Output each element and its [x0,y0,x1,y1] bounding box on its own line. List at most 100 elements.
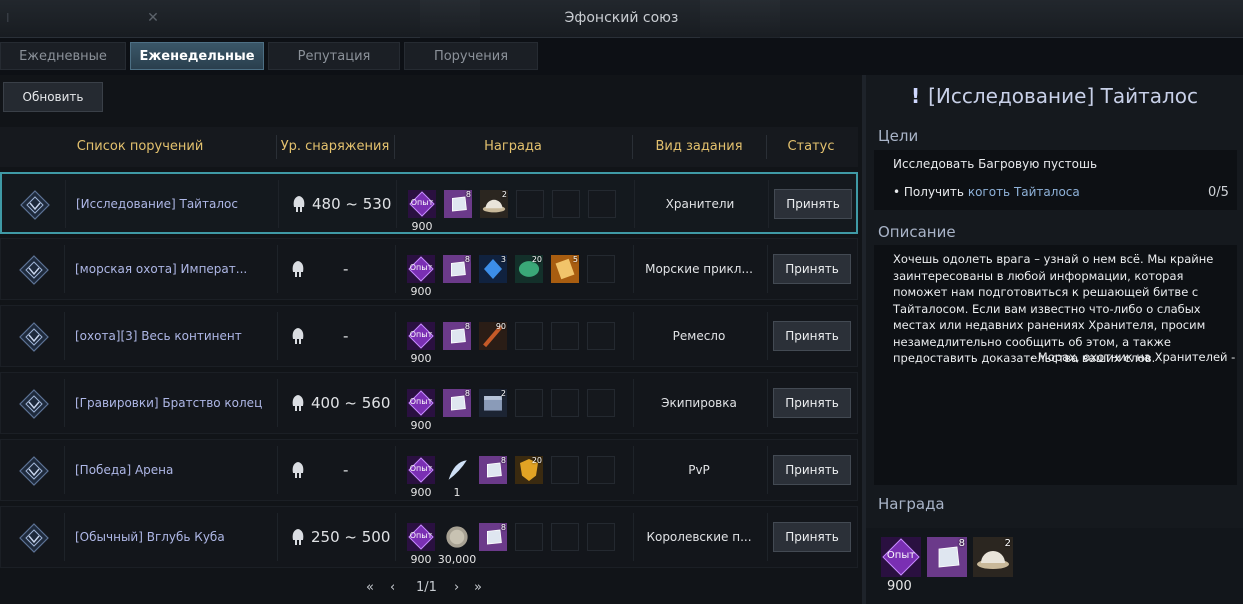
dish-icon[interactable]: 2 [480,190,508,218]
dish-icon[interactable]: 2 [973,537,1013,577]
feather-icon[interactable] [443,456,471,484]
crystal-icon[interactable]: 8 [443,322,471,350]
first-page-icon[interactable]: « [366,580,374,595]
table-row[interactable]: [охота][3] Весь континент - Ремесло Прин… [0,305,858,367]
close-icon[interactable]: ✕ [145,0,161,36]
tab-reputation[interactable]: Репутация [268,42,400,70]
tab-weekly[interactable]: Еженедельные [130,42,264,70]
crystal-icon[interactable]: 8 [443,255,471,283]
quest-diamond-icon [19,523,49,553]
goal-item-link[interactable]: коготь Тайталоса [968,185,1080,199]
quest-type: Морские прикл... [645,262,753,276]
reward-label: Опыт [409,397,433,406]
divider [767,312,768,360]
exp-icon[interactable]: Опыт [407,523,435,551]
reward-count: 8 [465,190,471,199]
reward-count: 20 [531,255,542,264]
reward-label: Опыт [409,263,433,272]
reward-quantity: 900 [887,579,912,594]
exp-icon[interactable]: Опыт [407,389,435,417]
quest-diamond-icon [19,255,49,285]
goal-main: Исследовать Багровую пустошь [893,157,1098,171]
table-row[interactable]: [Исследование] Тайталос 480 ~ 530 Хранит… [0,172,858,234]
divider [767,245,768,293]
blue-gem-icon[interactable]: 3 [479,255,507,283]
reward-count: 3 [500,255,506,264]
helmet-icon [292,261,304,277]
table-row[interactable]: [морская охота] Императ... - Морские при… [0,238,858,300]
table-row[interactable]: [Обычный] Вглубь Куба 250 ~ 500 Королевс… [0,506,858,568]
reward-heading: Награда [878,495,945,513]
refresh-button[interactable]: Обновить [3,82,103,112]
exp-icon[interactable]: Опыт [407,322,435,350]
exp-icon[interactable]: Опыт [881,537,921,577]
accept-button[interactable]: Принять [773,522,851,552]
exclamation-icon: ! [910,84,921,108]
coin-icon[interactable] [443,523,471,551]
empty-reward-slot [587,523,615,551]
reward-label: Опыт [409,531,433,540]
accept-button[interactable]: Принять [773,455,851,485]
green-gem-icon[interactable]: 20 [515,255,543,283]
helmet-icon [293,196,305,212]
quest-diamond-icon [20,190,50,220]
reward-quantity: 1 [453,486,461,499]
table-header: Список поручений Ур. снаряжения Награда … [0,127,858,167]
helmet-icon [292,395,304,411]
divider [767,513,768,561]
corner-mark: I [6,11,10,25]
accept-button[interactable]: Принять [773,254,851,284]
decor-panel [420,0,480,38]
empty-reward-slot [587,255,615,283]
pagination: « ‹ 1/1 › » [360,580,500,600]
quest-diamond-icon [19,322,49,352]
reward-label: Опыт [886,550,916,561]
reward-count: 8 [500,456,506,465]
quest-type: Хранители [665,197,735,211]
table-row[interactable]: [Победа] Арена - PvP Принять Опыт 900 1 8 20 [0,439,858,501]
divider [64,245,65,293]
exp-icon[interactable]: Опыт [407,255,435,283]
exp-icon[interactable]: Опыт [408,190,436,218]
reward-quantity: 900 [410,553,432,566]
divider [277,245,278,293]
empty-reward-slot [588,190,616,218]
divider [768,180,769,228]
reward-count: 20 [531,456,542,465]
divider [277,446,278,494]
chest-icon[interactable]: 2 [479,389,507,417]
crystal-icon[interactable]: 8 [927,537,967,577]
prev-page-icon[interactable]: ‹ [390,580,395,595]
quest-type: Королевские п... [646,530,752,544]
crystal-icon[interactable]: 8 [444,190,472,218]
tab-daily[interactable]: Ежедневные [0,42,126,70]
empty-reward-slot [551,322,579,350]
table-row[interactable]: [Гравировки] Братство колец 400 ~ 560 Эк… [0,372,858,434]
decor-panel [700,0,780,38]
quest-name: [Гравировки] Братство колец [75,396,263,410]
reward-count: 8 [464,255,470,264]
scroll-icon[interactable]: 5 [551,255,579,283]
crystal-icon[interactable]: 8 [479,523,507,551]
goal-sub-prefix: Получить [903,185,964,199]
divider [395,312,396,360]
feather-brush-icon[interactable]: 90 [479,322,507,350]
gear-level: 400 ~ 560 [311,394,391,412]
exp-icon[interactable]: Опыт [407,456,435,484]
accept-button[interactable]: Принять [773,321,851,351]
quest-type: Экипировка [661,396,737,410]
last-page-icon[interactable]: » [474,580,482,595]
empty-reward-slot [587,456,615,484]
helmet-icon [292,462,304,478]
accept-button[interactable]: Принять [774,189,852,219]
tab-assignments[interactable]: Поручения [404,42,538,70]
col-quest-type: Вид задания [655,139,743,154]
detail-title-text: [Исследование] Тайталос [928,84,1198,108]
reward-quantity: 900 [410,419,432,432]
crystal-icon[interactable]: 8 [479,456,507,484]
shield-icon[interactable]: 20 [515,456,543,484]
crystal-icon[interactable]: 8 [443,389,471,417]
reward-count: 8 [464,322,470,331]
next-page-icon[interactable]: › [454,580,459,595]
accept-button[interactable]: Принять [773,388,851,418]
